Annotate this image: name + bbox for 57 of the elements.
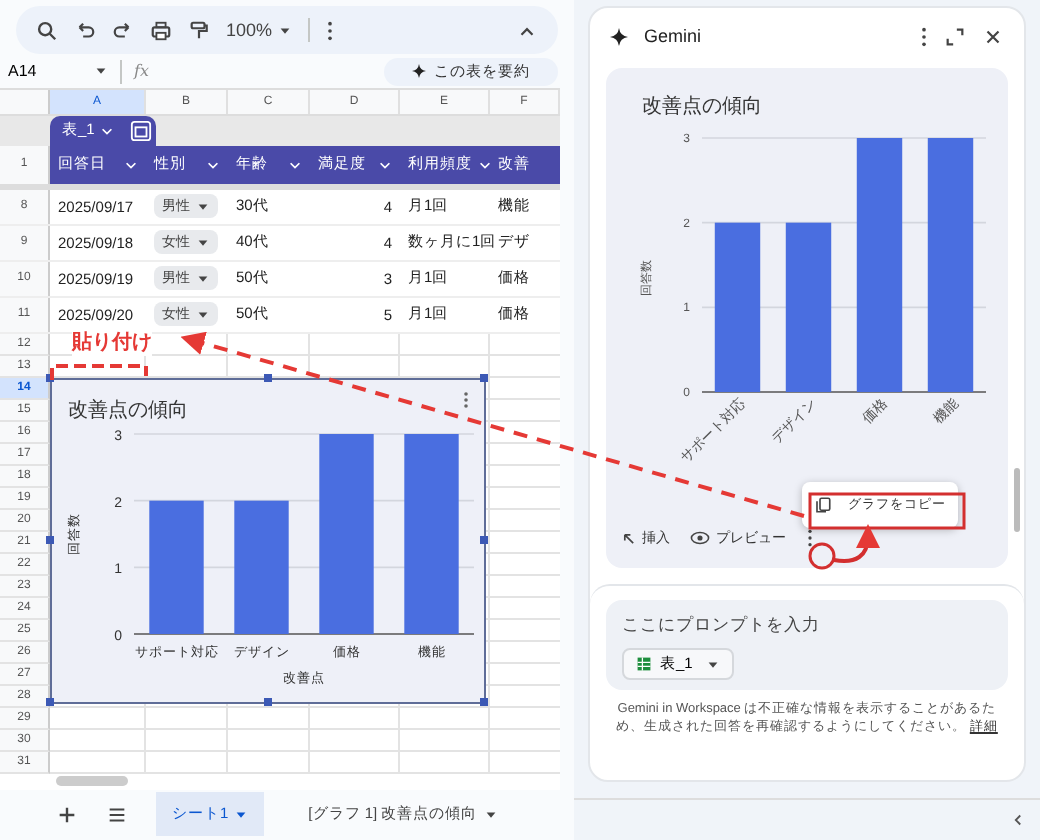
more-icon[interactable]	[806, 528, 814, 548]
paint-format-icon[interactable]	[188, 19, 210, 41]
eye-icon	[690, 530, 710, 546]
chevron-icon	[288, 157, 302, 172]
paste-target-marker	[50, 364, 148, 380]
close-icon[interactable]	[982, 25, 1004, 47]
chart-title: 改善点の傾向	[68, 399, 188, 422]
highlight-circle	[808, 542, 836, 570]
caret-icon	[94, 64, 108, 79]
copy-icon	[814, 496, 832, 514]
chevron-icon	[124, 157, 138, 172]
resize-handle[interactable]	[264, 697, 272, 706]
fx-label: fx	[134, 62, 149, 81]
table-icon[interactable]	[126, 115, 157, 146]
resize-handle[interactable]	[480, 373, 488, 382]
caret-icon	[483, 807, 498, 822]
caret-icon	[706, 657, 721, 671]
resize-handle[interactable]	[480, 697, 488, 706]
chart-title: 改善点の傾向	[642, 96, 762, 118]
prompt-input[interactable]: ここにプロンプトを入力	[622, 614, 992, 638]
caret-icon	[196, 235, 210, 250]
paste-annotation: 貼り付け	[72, 327, 152, 356]
add-sheet-icon[interactable]	[56, 803, 78, 826]
caret-icon	[278, 23, 293, 37]
curved-arrow	[833, 524, 880, 563]
caret-icon	[196, 199, 210, 214]
resize-handle[interactable]	[46, 373, 54, 382]
bar	[149, 499, 204, 634]
arrow-icon	[622, 531, 636, 545]
chevron-icon	[378, 157, 392, 172]
print-icon[interactable]	[150, 19, 172, 41]
resize-handle[interactable]	[264, 373, 272, 382]
search-icon[interactable]	[36, 19, 58, 41]
caret-icon	[196, 307, 210, 322]
resize-handle[interactable]	[480, 535, 488, 544]
zoom-dropdown[interactable]: 100%	[226, 20, 293, 40]
chevron-icon	[100, 123, 115, 138]
caret-icon	[234, 807, 249, 822]
gemini-star-icon	[610, 27, 628, 45]
sparkle-icon	[412, 64, 426, 79]
bar	[234, 499, 289, 634]
scrollbar-thumb[interactable]	[56, 775, 128, 786]
menu-icon[interactable]	[106, 803, 128, 826]
expand-icon[interactable]	[944, 25, 966, 47]
chevron-icon	[206, 157, 220, 172]
resize-handle[interactable]	[46, 697, 54, 706]
resize-handle[interactable]	[46, 535, 54, 544]
more-icon[interactable]	[920, 25, 928, 47]
caret-icon	[196, 271, 210, 286]
redo-icon[interactable]	[112, 19, 134, 41]
undo-icon[interactable]	[74, 19, 96, 41]
more-icon[interactable]	[326, 19, 335, 41]
scrollbar-thumb[interactable]	[1014, 468, 1020, 532]
collapse-panel-icon[interactable]	[1012, 812, 1024, 828]
name-box[interactable]: A14	[8, 62, 108, 81]
sheet-icon	[636, 656, 652, 672]
panel-title: Gemini	[644, 26, 702, 46]
